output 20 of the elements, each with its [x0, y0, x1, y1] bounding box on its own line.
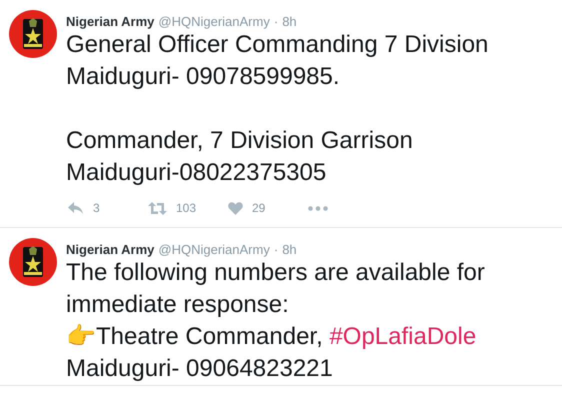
reply-button[interactable]: 3 — [68, 201, 148, 215]
retweet-icon — [148, 202, 167, 214]
tweet-time[interactable]: 8h — [282, 14, 297, 29]
hashtag-link[interactable]: #OpLafiaDole — [329, 323, 476, 350]
author-name[interactable]: Nigerian Army — [66, 242, 154, 257]
separator: · — [274, 14, 278, 29]
author-handle[interactable]: @HQNigerianArmy — [158, 242, 270, 257]
heart-icon — [228, 202, 243, 214]
like-button[interactable]: 29 — [228, 201, 308, 215]
tweet-text: The following numbers are available for immediate response: 👉Theatre Commander, #OpLafiaDole Maiduguri- 09064823221 — [66, 258, 486, 384]
more-icon — [308, 206, 328, 210]
author-handle[interactable]: @HQNigerianArmy — [158, 14, 270, 29]
retweet-button[interactable]: 103 — [148, 201, 228, 215]
tweet-time[interactable]: 8h — [282, 242, 297, 257]
author-name[interactable]: Nigerian Army — [66, 14, 154, 29]
reply-icon — [68, 202, 84, 214]
tweet-text: General Officer Commanding 7 Division Maiduguri- 09078599985. Commander, 7 Division Garrison Maiduguri-08022375305 — [66, 30, 490, 188]
avatar[interactable] — [9, 10, 57, 58]
avatar[interactable] — [9, 238, 57, 286]
separator: · — [274, 242, 278, 257]
